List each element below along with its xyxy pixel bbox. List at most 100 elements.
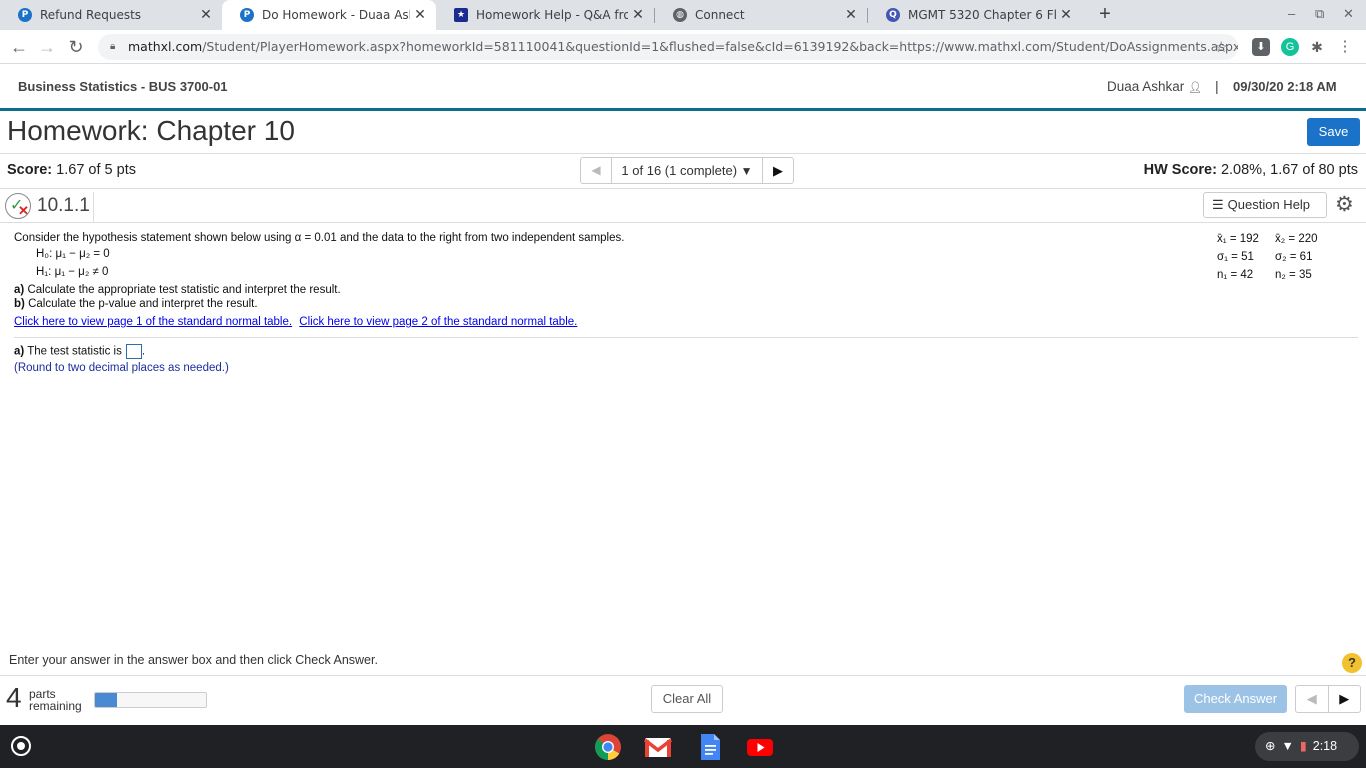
null-hypothesis: H₀: μ₁ − μ₂ = 0: [36, 248, 110, 260]
docs-icon[interactable]: [696, 733, 724, 761]
gear-icon[interactable]: ⚙: [1335, 192, 1354, 217]
instruction-text: Enter your answer in the answer box and …: [9, 653, 378, 667]
browser-tab-strip: P Refund Requests ✕ P Do Homework - Duaa…: [0, 0, 1366, 30]
previous-part-icon[interactable]: ◀: [1296, 686, 1329, 712]
user-menu[interactable]: Duaa Ashkar 👤︎: [1107, 79, 1202, 94]
question-selector[interactable]: 1 of 16 (1 complete) ▼: [612, 158, 762, 183]
part-b-text: Calculate the p-value and interpret the …: [28, 298, 258, 310]
help-icon[interactable]: ?: [1342, 653, 1362, 673]
part-b-prefix: b): [14, 298, 25, 310]
clear-all-button[interactable]: Clear All: [651, 685, 723, 713]
divider: [0, 675, 1366, 676]
lock-icon: 🔒︎: [110, 41, 116, 52]
chevron-down-icon: ▼: [740, 164, 753, 178]
back-icon[interactable]: ←: [7, 35, 31, 59]
tab-mgmt-flashcards[interactable]: Q MGMT 5320 Chapter 6 Flashcar ✕: [868, 0, 1082, 30]
score-label: Score:: [7, 162, 53, 178]
pearson-icon: P: [240, 8, 254, 22]
hw-score-label: HW Score:: [1143, 162, 1217, 178]
os-shelf: ⊕ ▼ ▮ 2:18: [0, 725, 1366, 768]
user-name: Duaa Ashkar: [1107, 79, 1185, 94]
tab-label: Do Homework - Duaa Ashkar: [262, 8, 410, 22]
close-icon[interactable]: ✕: [841, 7, 861, 23]
gmail-icon[interactable]: [644, 733, 672, 761]
reload-icon[interactable]: ↻: [64, 35, 88, 59]
next-part-icon[interactable]: ▶: [1329, 686, 1361, 712]
tab-homework-help[interactable]: ★ Homework Help - Q&A from Onli ✕: [436, 0, 654, 30]
sample1-mean: x̄₁ = 192: [1217, 233, 1259, 245]
sample2-mean: x̄₂ = 220: [1275, 233, 1318, 245]
part-a-instruction: a) Calculate the appropriate test statis…: [14, 284, 341, 296]
forward-icon[interactable]: →: [35, 35, 59, 59]
divider: [0, 188, 1366, 189]
question-help-button[interactable]: ☰ Question Help: [1203, 192, 1327, 218]
new-tab-button[interactable]: +: [1094, 3, 1116, 25]
header-datetime: 09/30/20 2:18 AM: [1233, 79, 1337, 94]
parts-remaining-count: 4: [6, 682, 22, 713]
divider: [0, 153, 1366, 154]
tab-label: Homework Help - Q&A from Onli: [476, 8, 628, 22]
launcher-icon[interactable]: [11, 736, 31, 756]
score-value: 1.67 of 5 pts: [56, 162, 136, 178]
question-statement: Consider the hypothesis statement shown …: [14, 232, 625, 244]
youtube-icon[interactable]: [746, 733, 774, 761]
question-number: 10.1.1: [37, 195, 90, 216]
hw-score-value: 2.08%, 1.67 of 80 pts: [1220, 162, 1358, 178]
parts-progress-bar: [94, 692, 207, 708]
bookmark-star-icon[interactable]: ☆: [1215, 34, 1228, 60]
pearson-icon: P: [18, 8, 32, 22]
table-links: Click here to view page 1 of the standar…: [14, 316, 581, 328]
menu-kebab-icon[interactable]: ⋮: [1336, 38, 1354, 56]
pager-label: 1 of 16 (1 complete): [621, 163, 738, 178]
divider: [14, 337, 1358, 338]
list-icon: ☰: [1212, 197, 1224, 212]
clock: 2:18: [1312, 739, 1338, 753]
tab-connect[interactable]: ◍ Connect ✕: [655, 0, 867, 30]
app-header: Business Statistics - BUS 3700-01 Duaa A…: [0, 64, 1366, 111]
progress-fill: [95, 693, 118, 707]
question-pager: ◀ 1 of 16 (1 complete) ▼ ▶: [580, 157, 794, 184]
address-bar[interactable]: 🔒︎ mathxl.com/Student/PlayerHomework.asp…: [98, 34, 1238, 60]
restore-icon[interactable]: ⧉: [1315, 6, 1324, 22]
question-help-label: Question Help: [1227, 197, 1311, 212]
answer-prefix: a): [14, 345, 25, 358]
close-icon[interactable]: ✕: [628, 7, 648, 23]
extensions-puzzle-icon[interactable]: ✱: [1308, 38, 1326, 56]
page-title: Homework: Chapter 10: [7, 115, 295, 146]
close-icon[interactable]: ✕: [1056, 7, 1076, 23]
test-statistic-input[interactable]: [125, 344, 142, 359]
score: Score: 1.67 of 5 pts: [7, 162, 136, 178]
check-answer-button[interactable]: Check Answer: [1184, 685, 1287, 713]
previous-question-icon[interactable]: ◀: [581, 158, 612, 183]
minimize-icon[interactable]: –: [1288, 6, 1295, 21]
normal-table-page2-link[interactable]: Click here to view page 2 of the standar…: [299, 316, 577, 328]
add-circle-icon: ⊕: [1265, 739, 1276, 753]
globe-icon: ◍: [673, 8, 687, 22]
hw-score: HW Score: 2.08%, 1.67 of 80 pts: [1144, 162, 1358, 178]
next-question-icon[interactable]: ▶: [762, 158, 793, 183]
download-extension-icon[interactable]: ⬇: [1252, 38, 1270, 56]
tab-label: Connect: [695, 8, 745, 22]
tab-refund-requests[interactable]: P Refund Requests ✕: [0, 0, 222, 30]
tab-label: MGMT 5320 Chapter 6 Flashcar: [908, 8, 1056, 22]
tab-do-homework[interactable]: P Do Homework - Duaa Ashkar ✕: [222, 0, 436, 30]
star-shield-icon: ★: [454, 8, 468, 22]
wifi-icon: ▼: [1281, 739, 1294, 753]
parts-label-line2: remaining: [29, 699, 82, 713]
chrome-icon[interactable]: [594, 733, 622, 761]
system-tray[interactable]: ⊕ ▼ ▮ 2:18: [1255, 732, 1359, 761]
parts-remaining-label: parts remaining: [29, 688, 82, 712]
close-icon[interactable]: ✕: [196, 7, 216, 23]
normal-table-page1-link[interactable]: Click here to view page 1 of the standar…: [14, 316, 292, 328]
save-button[interactable]: Save: [1307, 118, 1360, 146]
rounding-note: (Round to two decimal places as needed.): [14, 362, 229, 374]
divider: [93, 192, 94, 222]
alternative-hypothesis: H₁: μ₁ − μ₂ ≠ 0: [36, 266, 109, 278]
sample2-sigma: σ₂ = 61: [1275, 251, 1313, 263]
close-window-icon[interactable]: ✕: [1343, 6, 1354, 22]
user-icon: 👤︎: [1188, 82, 1203, 94]
grammarly-icon[interactable]: G: [1281, 38, 1299, 56]
answer-row: a) The test statistic is.: [14, 344, 146, 359]
tab-label: Refund Requests: [40, 8, 142, 22]
close-icon[interactable]: ✕: [410, 7, 430, 23]
